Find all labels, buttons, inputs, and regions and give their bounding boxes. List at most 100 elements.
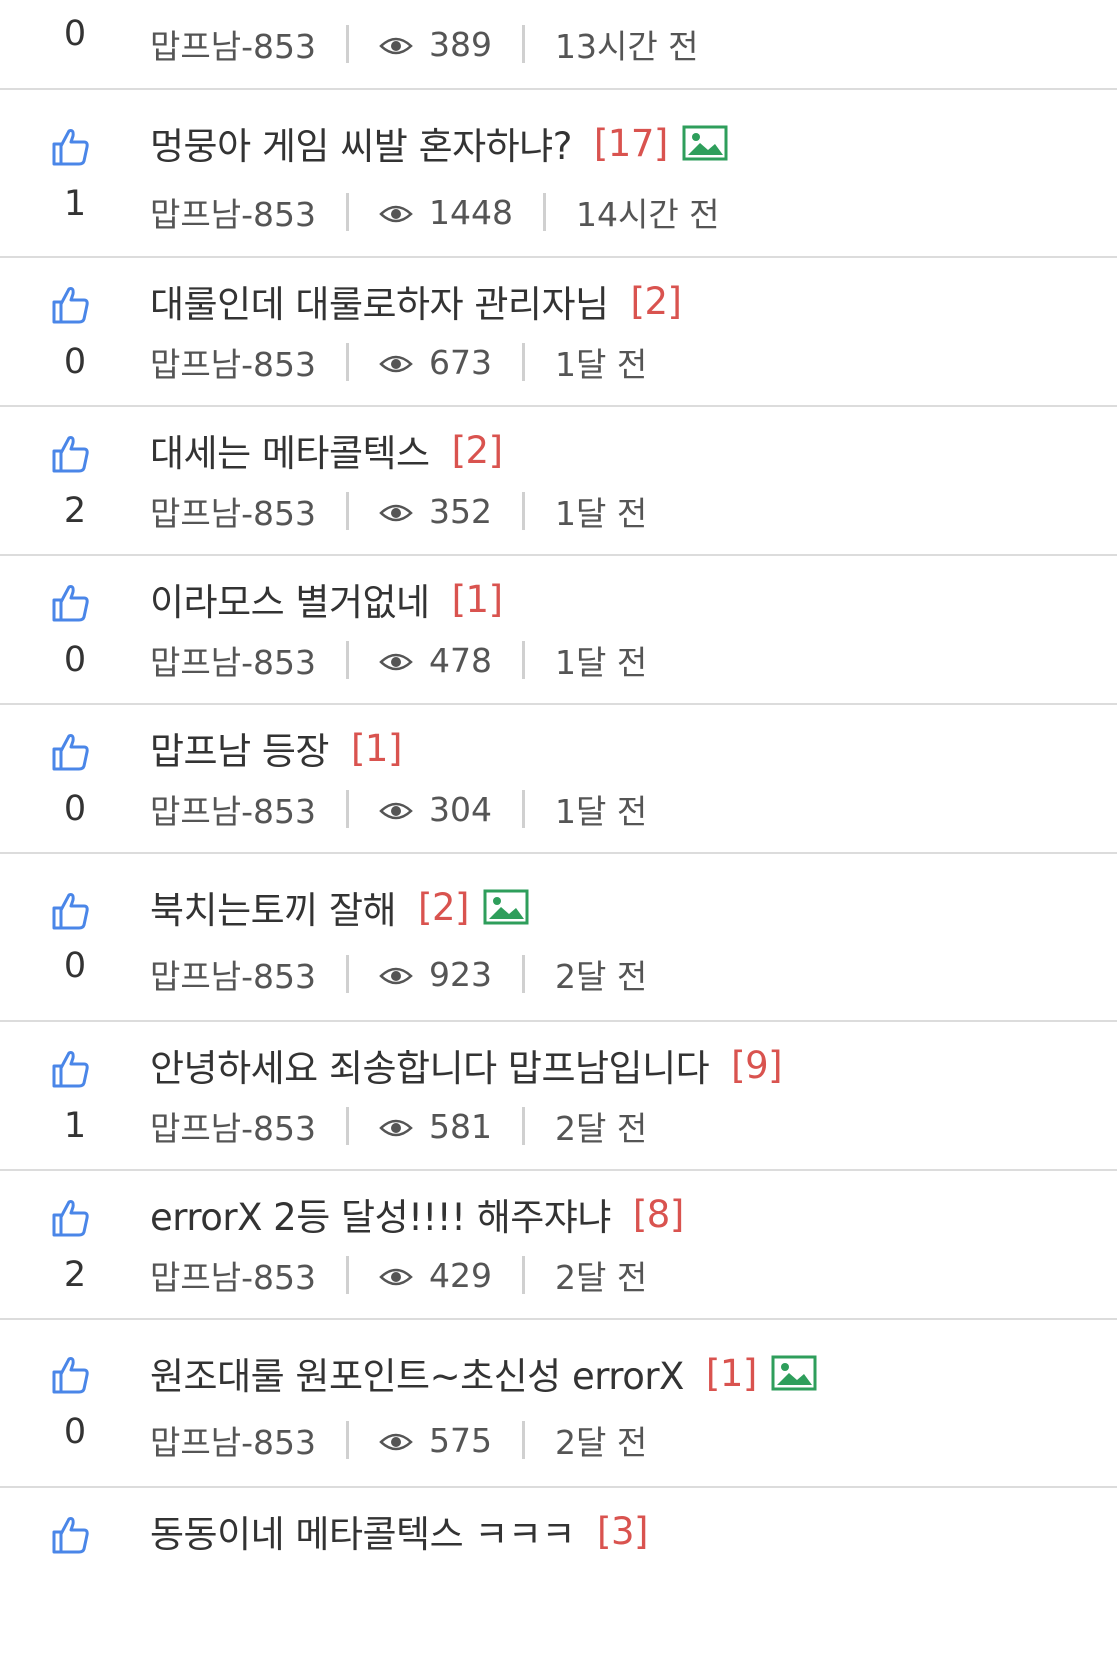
eye-icon (379, 34, 413, 58)
post-list: 0 맙프남-853 389 13시간 전 1 멍뭉아 게임 씨발 혼자하냐? [… (0, 0, 1117, 1662)
thumbs-up-icon[interactable] (48, 1046, 92, 1090)
post-item[interactable]: 동동이네 메타콜텍스 ㅋㅋㅋ [3] (0, 1486, 1117, 1662)
comment-count[interactable]: [1] (706, 1352, 757, 1395)
author-name[interactable]: 맙프남-853 (150, 487, 316, 535)
view-count: 478 (428, 640, 492, 680)
post-title[interactable]: 대룰인데 대룰로하자 관리자님 (150, 274, 609, 328)
thumbs-up-icon[interactable] (48, 431, 92, 475)
divider (345, 955, 349, 993)
post-time: 2달 전 (554, 1423, 648, 1462)
thumbs-up-icon[interactable] (48, 729, 92, 773)
thumbs-up-icon[interactable] (48, 1352, 92, 1396)
divider (345, 790, 349, 828)
author-name[interactable]: 맙프남-853 (150, 636, 316, 684)
post-title-row[interactable]: 대룰인데 대룰로하자 관리자님 [2] (150, 274, 1097, 328)
view-count: 304 (428, 789, 492, 829)
comment-count[interactable]: [1] (452, 578, 503, 621)
post-title[interactable]: 북치는토끼 잘해 (150, 880, 397, 934)
post-item[interactable]: 0 맙프남 등장 [1] 맙프남-853 304 1달 전 (0, 703, 1117, 854)
eye-icon (379, 650, 413, 674)
eye-icon (379, 352, 413, 376)
post-item[interactable]: 1 안녕하세요 죄송합니다 맙프남입니다 [9] 맙프남-853 581 2달 … (0, 1020, 1117, 1171)
post-meta: 맙프남-853 581 2달 전 (150, 1102, 647, 1150)
post-title-row[interactable]: errorX 2등 달성!!!! 해주쟈냐 [8] (150, 1187, 1097, 1241)
post-title[interactable]: errorX 2등 달성!!!! 해주쟈냐 (150, 1187, 611, 1241)
post-title-row[interactable]: 북치는토끼 잘해 [2] (150, 882, 1097, 932)
author-name[interactable]: 맙프남-853 (150, 785, 316, 833)
post-meta: 맙프남-853 478 1달 전 (150, 636, 648, 684)
post-item[interactable]: 0 북치는토끼 잘해 [2] 맙프남-853 923 2달 전 (0, 852, 1117, 1022)
comment-count[interactable]: [2] (418, 886, 469, 929)
comment-count[interactable]: [8] (633, 1193, 684, 1236)
image-icon (771, 1355, 817, 1391)
view-count: 352 (428, 491, 492, 531)
post-item[interactable]: 0 맙프남-853 389 13시간 전 (0, 0, 1117, 90)
post-item[interactable]: 0 대룰인데 대룰로하자 관리자님 [2] 맙프남-853 673 1달 전 (0, 256, 1117, 407)
post-item[interactable]: 2 errorX 2등 달성!!!! 해주쟈냐 [8] 맙프남-853 429 … (0, 1169, 1117, 1320)
vote-count: 0 (63, 14, 87, 54)
author-name[interactable]: 맙프남-853 (150, 188, 316, 236)
divider (521, 492, 525, 530)
thumbs-up-icon[interactable] (48, 1195, 92, 1239)
post-time: 1달 전 (554, 643, 648, 682)
post-title[interactable]: 맙프남 등장 (150, 721, 329, 775)
comment-count[interactable]: [17] (594, 122, 668, 165)
view-count: 673 (428, 342, 492, 382)
post-item[interactable]: 0 이라모스 별거없네 [1] 맙프남-853 478 1달 전 (0, 554, 1117, 705)
view-count: 1448 (428, 192, 513, 232)
thumbs-up-icon[interactable] (48, 888, 92, 932)
divider (345, 25, 349, 63)
divider (345, 343, 349, 381)
comment-count[interactable]: [1] (351, 727, 402, 770)
comment-count[interactable]: [2] (452, 429, 503, 472)
divider (542, 193, 546, 231)
post-meta: 맙프남-853 304 1달 전 (150, 785, 647, 833)
post-time: 1달 전 (554, 494, 648, 533)
vote-count: 0 (63, 640, 87, 680)
author-name[interactable]: 맙프남-853 (150, 1102, 316, 1150)
divider (521, 955, 525, 993)
author-name[interactable]: 맙프남-853 (150, 1416, 316, 1464)
author-name[interactable]: 맙프남-853 (150, 20, 316, 68)
vote-count: 0 (63, 789, 87, 829)
post-item[interactable]: 0 원조대룰 원포인트~초신성 errorX [1] 맙프남-853 575 2… (0, 1318, 1117, 1488)
comment-count[interactable]: [3] (597, 1510, 648, 1553)
comment-count[interactable]: [9] (731, 1044, 782, 1087)
post-title[interactable]: 안녕하세요 죄송합니다 맙프남입니다 (150, 1038, 710, 1092)
post-title[interactable]: 대세는 메타콜텍스 (150, 423, 430, 477)
post-title-row[interactable]: 안녕하세요 죄송합니다 맙프남입니다 [9] (150, 1038, 1097, 1092)
divider (521, 1256, 525, 1294)
post-title[interactable]: 원조대룰 원포인트~초신성 errorX (150, 1346, 684, 1400)
thumbs-up-icon[interactable] (48, 1512, 92, 1556)
image-icon (483, 889, 529, 925)
post-title-row[interactable]: 맙프남 등장 [1] (150, 721, 1097, 775)
author-name[interactable]: 맙프남-853 (150, 950, 316, 998)
divider (521, 641, 525, 679)
comment-count[interactable]: [2] (631, 280, 682, 323)
divider (345, 492, 349, 530)
post-title-row[interactable]: 이라모스 별거없네 [1] (150, 572, 1097, 626)
thumbs-up-icon[interactable] (48, 282, 92, 326)
post-title[interactable]: 이라모스 별거없네 (150, 572, 430, 626)
post-title[interactable]: 멍뭉아 게임 씨발 혼자하냐? (150, 116, 572, 170)
author-name[interactable]: 맙프남-853 (150, 338, 316, 386)
thumbs-up-icon[interactable] (48, 580, 92, 624)
post-title-row[interactable]: 원조대룰 원포인트~초신성 errorX [1] (150, 1348, 1097, 1398)
post-meta: 맙프남-853 923 2달 전 (150, 950, 648, 998)
post-title[interactable]: 동동이네 메타콜텍스 ㅋㅋㅋ (150, 1504, 576, 1558)
divider (521, 1107, 525, 1145)
divider (521, 790, 525, 828)
author-name[interactable]: 맙프남-853 (150, 1251, 316, 1299)
post-title-row[interactable]: 멍뭉아 게임 씨발 혼자하냐? [17] (150, 118, 1097, 168)
thumbs-up-icon[interactable] (48, 124, 92, 168)
post-title-row[interactable]: 동동이네 메타콜텍스 ㅋㅋㅋ [3] (150, 1504, 1097, 1558)
post-time: 2달 전 (554, 957, 648, 996)
post-meta: 맙프남-853 575 2달 전 (150, 1416, 648, 1464)
post-meta: 맙프남-853 1448 14시간 전 (150, 188, 720, 236)
post-title-row[interactable]: 대세는 메타콜텍스 [2] (150, 423, 1097, 477)
post-item[interactable]: 2 대세는 메타콜텍스 [2] 맙프남-853 352 1달 전 (0, 405, 1117, 556)
divider (345, 641, 349, 679)
post-item[interactable]: 1 멍뭉아 게임 씨발 혼자하냐? [17] 맙프남-853 1448 14시간… (0, 88, 1117, 258)
vote-count: 0 (63, 342, 87, 382)
post-meta: 맙프남-853 389 13시간 전 (150, 20, 699, 68)
